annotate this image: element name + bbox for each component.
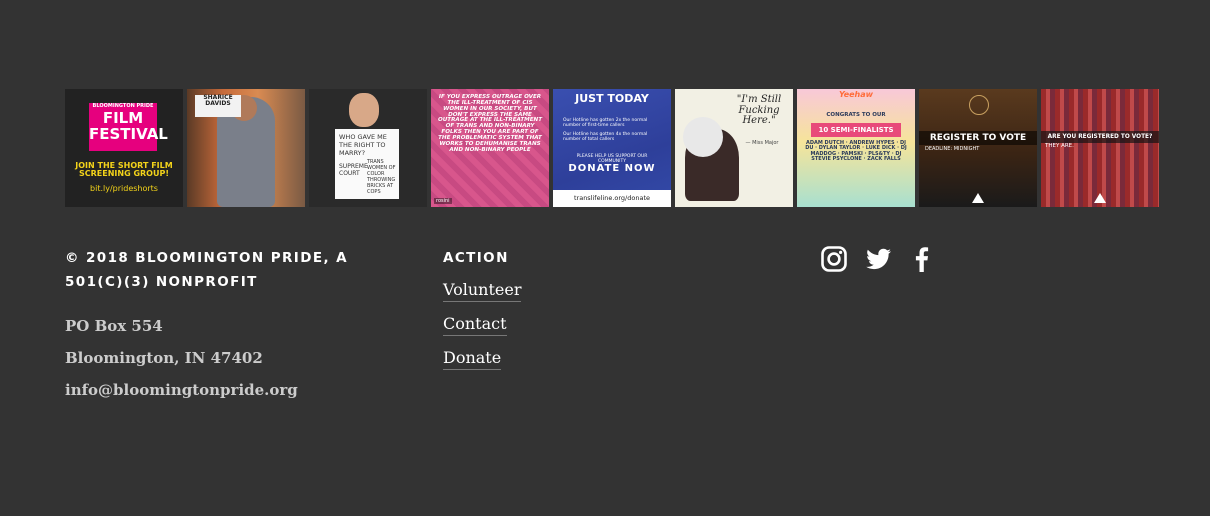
tile-heading: REGISTER TO VOTE	[919, 131, 1037, 145]
tile-quote: "I'm Still Fucking Here."	[736, 94, 782, 126]
facebook-icon[interactable]	[908, 245, 936, 273]
instagram-gallery: BLOOMINGTON PRIDE FILM FESTIVAL JOIN THE…	[65, 89, 1159, 207]
gallery-tile-register-to-vote[interactable]: REGISTER TO VOTE DEADLINE: MIDNIGHT	[919, 89, 1037, 207]
tile-banner: 10 SEMI-FINALISTS	[811, 123, 901, 137]
donate-link[interactable]: Donate	[443, 348, 502, 370]
person-head	[349, 93, 379, 127]
tile-sub: DEADLINE: MIDNIGHT	[925, 146, 980, 152]
address-line-1: PO Box 554	[65, 317, 163, 335]
sign-text-2: SUPREME COURT	[339, 163, 368, 177]
tile-line-2: Our Hotline has gotten 4x the normal num…	[563, 132, 648, 142]
action-heading: ACTION	[443, 250, 509, 266]
footer-action: ACTION Volunteer Contact Donate	[443, 246, 643, 382]
tile-title: Yeehaw	[838, 90, 874, 99]
tile-signature: — Miss Major	[745, 140, 779, 146]
illustration-hair	[683, 117, 723, 157]
gallery-tile-miss-major[interactable]: "I'm Still Fucking Here." — Miss Major	[675, 89, 793, 207]
contact-link[interactable]: Contact	[443, 314, 507, 336]
tile-names: ADAM DUTCH · ANDREW HYPES · DJ DU · DYLA…	[805, 140, 907, 162]
tile-heading: JUST TODAY	[575, 92, 649, 105]
email-link[interactable]: info@bloomingtonpride.org	[65, 374, 385, 406]
triangle-logo-icon	[972, 193, 984, 203]
tile-label-big: FILM FESTIVAL	[89, 109, 168, 143]
tile-url: translifeline.org/donate	[553, 190, 671, 207]
twitter-icon[interactable]	[864, 245, 892, 273]
tile-donate: DONATE NOW	[568, 163, 656, 174]
tile-line: JOIN THE SHORT FILM SCREENING GROUP!	[75, 161, 173, 179]
gallery-tile-trans-lifeline[interactable]: JUST TODAY Our Hotline has gotten 2x the…	[553, 89, 671, 207]
gallery-tile-film-festival[interactable]: BLOOMINGTON PRIDE FILM FESTIVAL JOIN THE…	[65, 89, 183, 207]
tile-text: IF YOU EXPRESS OUTRAGE OVER THE ILL-TREA…	[437, 94, 543, 153]
gallery-tile-semi-finalists[interactable]: Yeehaw CONGRATS TO OUR 10 SEMI-FINALISTS…	[797, 89, 915, 207]
tile-sub: THEY ARE.	[1045, 143, 1074, 149]
gallery-tile-outrage-text[interactable]: IF YOU EXPRESS OUTRAGE OVER THE ILL-TREA…	[431, 89, 549, 207]
instagram-icon[interactable]	[820, 245, 848, 273]
tile-url: bit.ly/prideshorts	[90, 184, 158, 193]
tile-sign: SHARICE DAVIDS	[195, 94, 241, 117]
gallery-tile-are-you-registered[interactable]: ARE YOU REGISTERED TO VOTE? THEY ARE.	[1041, 89, 1159, 207]
sign-text-1: WHO GAVE ME THE RIGHT TO MARRY?	[339, 133, 387, 157]
address-block: PO Box 554 Bloomington, IN 47402 info@bl…	[65, 310, 385, 406]
tile-heading: ARE YOU REGISTERED TO VOTE?	[1041, 131, 1159, 143]
address-line-2: Bloomington, IN 47402	[65, 349, 263, 367]
copyright-text: © 2018 BLOOMINGTON PRIDE, A 501(C)(3) NO…	[65, 250, 348, 290]
footer-info: © 2018 BLOOMINGTON PRIDE, A 501(C)(3) NO…	[65, 246, 385, 406]
volunteer-link[interactable]: Volunteer	[443, 280, 522, 302]
gallery-tile-sharice-davids[interactable]: SHARICE DAVIDS	[187, 89, 305, 207]
tile-badge: rosini	[434, 198, 452, 204]
sign-text-3: TRANS WOMEN OF COLOR THROWING BRICKS AT …	[367, 159, 396, 195]
sign-board: WHO GAVE ME THE RIGHT TO MARRY? SUPREME …	[335, 129, 399, 199]
tile-line: CONGRATS TO OUR	[826, 112, 886, 118]
action-links: Volunteer Contact Donate	[443, 280, 643, 370]
gallery-tile-who-gave-me-the-right[interactable]: WHO GAVE ME THE RIGHT TO MARRY? SUPREME …	[309, 89, 427, 207]
triangle-logo-icon	[1094, 193, 1106, 203]
tile-line-1: Our Hotline has gotten 2x the normal num…	[563, 118, 648, 128]
social-links	[820, 245, 936, 273]
seal-icon	[969, 95, 989, 115]
